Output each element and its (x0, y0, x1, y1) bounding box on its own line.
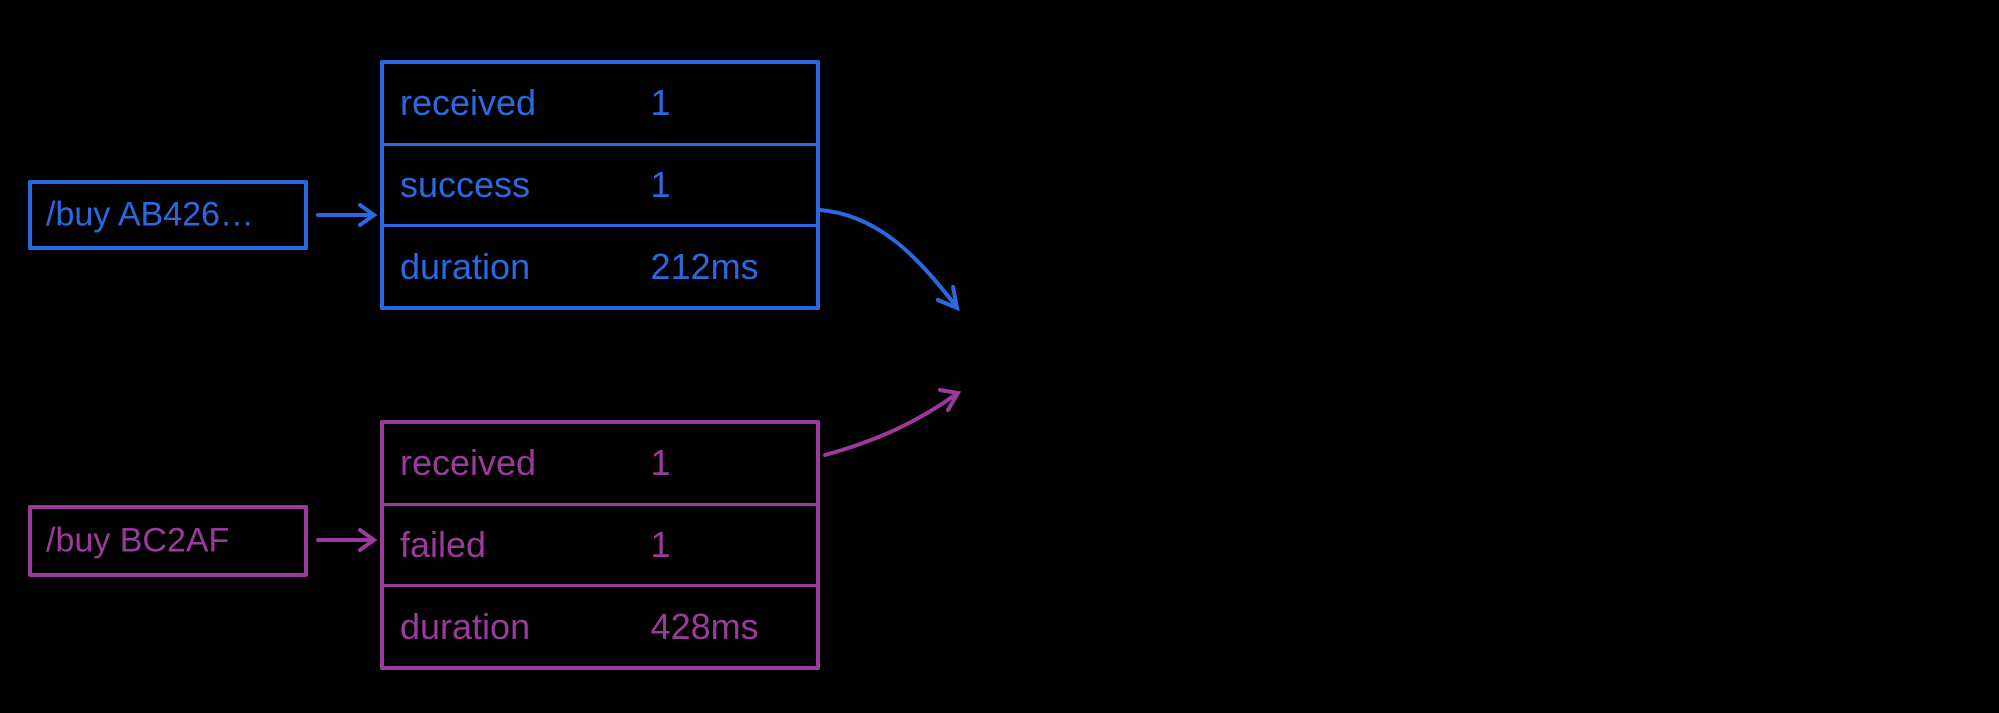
arrow-icon (318, 205, 374, 225)
metric-key: duration (384, 246, 651, 288)
request-label-1: /buy AB426… (46, 196, 254, 235)
metric-key: received (384, 82, 651, 124)
request-box-1: /buy AB426… (28, 180, 308, 250)
metric-key: failed (384, 524, 651, 566)
metric-value: 428ms (651, 606, 816, 648)
metrics-table-2: received 1 failed 1 duration 428ms (380, 420, 820, 670)
metric-value: 1 (651, 164, 816, 206)
request-label-2: /buy BC2AF (46, 522, 229, 561)
arrows-layer (0, 0, 1999, 713)
table-row: received 1 (384, 64, 816, 143)
metric-value: 1 (651, 82, 816, 124)
request-box-2: /buy BC2AF (28, 505, 308, 577)
arrow-icon (318, 530, 374, 550)
metric-key: received (384, 442, 651, 484)
table-row: received 1 (384, 424, 816, 503)
table-row: duration 428ms (384, 584, 816, 666)
arrow-icon (820, 210, 957, 308)
metrics-table-1: received 1 success 1 duration 212ms (380, 60, 820, 310)
table-row: failed 1 (384, 503, 816, 585)
metric-key: success (384, 164, 651, 206)
metric-value: 1 (651, 524, 816, 566)
arrow-icon (825, 390, 958, 455)
table-row: duration 212ms (384, 224, 816, 306)
metric-value: 1 (651, 442, 816, 484)
table-row: success 1 (384, 143, 816, 225)
diagram-stage: /buy AB426… received 1 success 1 duratio… (0, 0, 1999, 713)
metric-value: 212ms (651, 246, 816, 288)
metric-key: duration (384, 606, 651, 648)
